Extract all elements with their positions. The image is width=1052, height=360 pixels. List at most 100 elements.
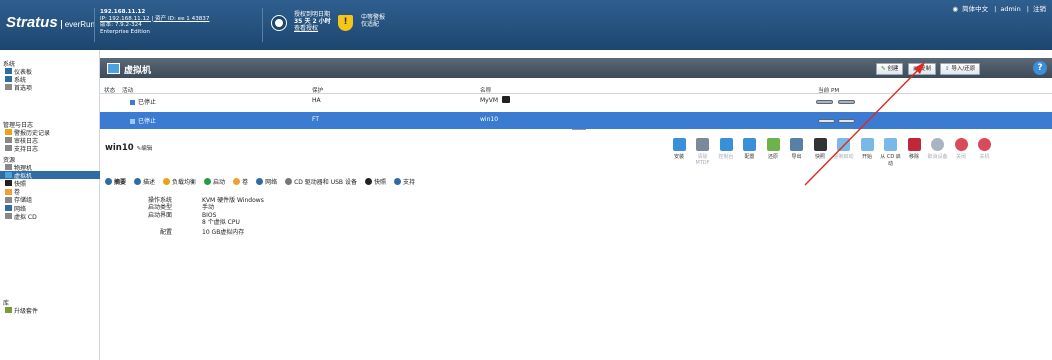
action-button[interactable]: 控制台	[715, 138, 737, 160]
tab-icon	[163, 178, 171, 185]
tab-label: 支持	[402, 179, 415, 186]
divider	[94, 8, 95, 42]
row-protection: FT	[312, 116, 320, 123]
edit-link[interactable]: ✎编辑	[137, 146, 153, 152]
action-label: 关机	[979, 154, 990, 160]
val-memory: 10 GB虚拟内存	[202, 229, 245, 237]
action-button[interactable]: 移除	[903, 138, 925, 160]
divider	[262, 8, 263, 42]
detail-tab[interactable]: 快照	[364, 177, 386, 186]
action-label: 取消设备	[927, 154, 948, 160]
action-label: 配置	[744, 154, 755, 160]
detail-tab[interactable]: 网络	[256, 177, 277, 186]
sidebar-item-icon	[5, 137, 12, 144]
action-label: 导出	[791, 154, 802, 160]
action-icon	[860, 138, 874, 151]
license-info[interactable]: 授权到明日期 35 天 2 小时 查看授权	[294, 11, 331, 32]
action-button[interactable]: 取消设备	[927, 138, 949, 160]
action-button[interactable]: 清除 MTDF	[692, 138, 714, 166]
action-label: 移除	[908, 154, 919, 160]
action-icon	[790, 138, 803, 151]
action-label: 还原	[767, 154, 778, 160]
tab-icon	[204, 178, 212, 185]
action-button[interactable]: 关机	[974, 138, 996, 160]
action-label: 快照	[814, 154, 825, 160]
license-link[interactable]: 查看授权	[294, 25, 331, 32]
stratus-logo: Stratus everRun	[6, 14, 95, 31]
tab-label: 启动	[213, 179, 226, 186]
tab-icon	[285, 178, 293, 185]
detail-tab[interactable]: 描述	[134, 177, 155, 186]
key-config: 配置	[159, 229, 172, 237]
sidebar-item[interactable]: 升级套件	[5, 306, 39, 315]
action-icon	[696, 138, 709, 151]
shield-alert-icon: !	[338, 15, 353, 31]
action-button[interactable]: 关闭	[950, 138, 972, 160]
user-link[interactable]: admin	[1000, 5, 1020, 13]
table-row[interactable]: 已停止 HA MyVM	[100, 95, 1052, 107]
action-button[interactable]: 还原	[762, 138, 784, 160]
alarm-info[interactable]: 中等警报 仅适配	[361, 14, 385, 28]
col-state[interactable]: 状态	[104, 86, 115, 94]
action-icon	[907, 138, 921, 151]
page-header: 虚拟机 ✎ 创建 ▣ 复制 ⇪ 导入/还原 ?	[100, 58, 1052, 78]
tab-icon	[256, 178, 264, 185]
col-protection[interactable]: 保护	[312, 86, 323, 94]
splitter-handle[interactable]	[572, 129, 586, 130]
detail-tab[interactable]: 摘要	[105, 177, 126, 186]
logout-link[interactable]: 注销	[1033, 5, 1046, 13]
language-link[interactable]: 简体中文	[962, 5, 988, 13]
col-name[interactable]: 名称	[480, 86, 491, 94]
tab-icon	[393, 178, 401, 185]
action-button[interactable]: 从 CD 启动	[880, 138, 902, 167]
action-button[interactable]: 强制启动	[833, 138, 855, 160]
sidebar-item-icon	[5, 164, 12, 170]
help-icon[interactable]: ?	[1033, 61, 1047, 75]
action-icon	[978, 138, 991, 151]
col-current-pm[interactable]: 当前 PM	[818, 86, 839, 94]
tab-label: 负载均衡	[172, 179, 197, 186]
detail-tab[interactable]: 支持	[393, 177, 415, 186]
table-row-selected[interactable]: 已停止 FT win10	[100, 112, 1052, 129]
tab-label: CD 驱动器和 USB 设备	[294, 179, 357, 186]
row-state: 已停止	[138, 118, 157, 125]
detail-tab[interactable]: 负载均衡	[163, 177, 196, 186]
action-button[interactable]: 安装	[668, 138, 690, 160]
row-protection: HA	[312, 97, 321, 104]
detail-vm-name: win10	[105, 143, 134, 153]
detail-tab[interactable]: 启动	[204, 177, 225, 186]
copy-label: 复制	[919, 66, 931, 72]
sidebar-item[interactable]: 支持日志	[5, 144, 38, 153]
snapshot-icon	[502, 96, 510, 103]
sidebar-item-icon	[5, 172, 12, 179]
action-button[interactable]: 开始	[856, 138, 878, 160]
sidebar-item-icon	[5, 180, 12, 187]
sidebar-item-icon	[5, 76, 12, 83]
action-button[interactable]: 快照	[809, 138, 831, 160]
globe-icon: ◉	[952, 5, 959, 13]
action-label: 控制台	[718, 154, 734, 160]
sidebar-item-icon	[5, 129, 12, 135]
action-icon	[931, 138, 944, 151]
license-days: 35 天 2 小时	[294, 18, 331, 25]
sidebar: 系统 管理与日志 资源库仪表板 系统 首选项 警报历史记录 审核日志 支持日志 物理机 虚拟机 快照…	[0, 50, 100, 360]
sidebar-item[interactable]: 首选项	[5, 83, 32, 92]
row-name: MyVM	[480, 97, 499, 104]
col-activity[interactable]: 活动	[122, 86, 133, 94]
action-button[interactable]: 导出	[786, 138, 808, 160]
action-icon	[884, 138, 897, 151]
summary-keys: 操作系统 启动类型 启动界面 配置	[134, 197, 172, 236]
create-button[interactable]: ✎ 创建	[876, 63, 904, 75]
sidebar-item-label: 升级套件	[14, 307, 39, 315]
sidebar-item[interactable]: 虚拟 CD	[5, 212, 37, 221]
action-icon	[837, 138, 850, 151]
import-restore-button[interactable]: ⇪ 导入/还原	[940, 63, 981, 75]
tab-icon	[233, 178, 241, 185]
action-button[interactable]: 配置	[739, 138, 761, 160]
detail-tab[interactable]: CD 驱动器和 USB 设备	[285, 177, 357, 186]
logo-main: Stratus	[6, 14, 58, 31]
sidebar-item-icon	[5, 213, 12, 220]
detail-tab[interactable]: 卷	[233, 177, 248, 186]
copy-button[interactable]: ▣ 复制	[908, 63, 936, 75]
tab-label: 描述	[143, 179, 156, 186]
